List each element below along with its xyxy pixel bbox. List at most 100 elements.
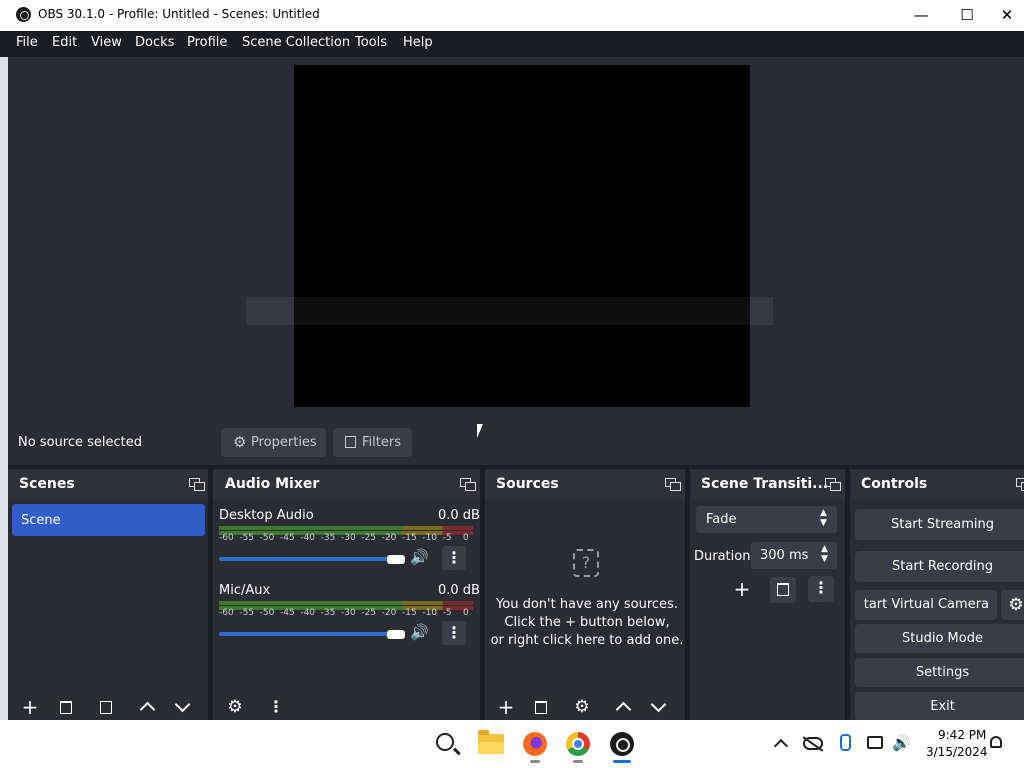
filters-button[interactable]: Filters: [333, 428, 412, 457]
db-scale-tick: 0: [463, 608, 469, 618]
properties-button[interactable]: ⚙ Properties: [221, 428, 326, 457]
clock-time[interactable]: 9:42 PM: [938, 728, 986, 742]
desktop-audio-volume-slider[interactable]: [219, 557, 399, 561]
chrome-icon[interactable]: [566, 732, 590, 756]
scene-list-item[interactable]: Scene: [12, 504, 205, 536]
advanced-audio-gear-icon[interactable]: ⚙: [223, 695, 247, 719]
add-scene-button[interactable]: +: [18, 695, 42, 719]
notification-bell-icon[interactable]: [990, 736, 1002, 748]
transition-menu-icon[interactable]: ⋮: [808, 576, 834, 602]
menu-file[interactable]: File: [16, 35, 38, 50]
db-scale-tick: -5: [442, 608, 452, 618]
clock-date[interactable]: 3/15/2024: [926, 745, 988, 759]
audio-mixer-menu-icon[interactable]: ⋮: [264, 695, 288, 719]
sources-empty-message[interactable]: You don't have any sources. Click the + …: [485, 596, 689, 650]
preview-canvas[interactable]: [294, 65, 750, 407]
duration-spinbox[interactable]: 300 ms ▲ ▼: [751, 542, 837, 569]
undock-icon[interactable]: [460, 478, 476, 491]
speaker-icon[interactable]: 🔊: [410, 623, 429, 641]
speaker-icon[interactable]: 🔊: [410, 548, 429, 566]
scene-transitions-title: Scene Transiti...: [701, 476, 829, 492]
mic-aux-volume-slider[interactable]: [219, 632, 399, 636]
move-scene-down-button[interactable]: [170, 695, 194, 719]
desktop-audio-scale: -60 -55 -50 -45 -40 -35 -30 -25 -20 -15 -10 -5 0: [219, 533, 475, 545]
window-titlebar: OBS 30.1.0 - Profile: Untitled - Scenes:…: [0, 0, 1024, 31]
menu-scene-collection[interactable]: Scene Collection: [242, 35, 350, 50]
scene-item-label: Scene: [21, 513, 61, 528]
left-window-edge: [0, 57, 8, 720]
search-icon[interactable]: [436, 733, 454, 751]
chevron-up-icon: [139, 701, 156, 718]
move-scene-up-button[interactable]: [135, 695, 159, 719]
ghost-dialog-bar: [246, 297, 773, 325]
firefox-icon[interactable]: [523, 732, 547, 756]
source-properties-gear-icon[interactable]: ⚙: [570, 695, 594, 719]
remove-scene-button[interactable]: [54, 695, 78, 719]
sources-dock: Sources ? You don't have any sources. Cl…: [485, 469, 685, 720]
db-scale-tick: -30: [341, 533, 356, 543]
db-scale-tick: -25: [361, 533, 377, 543]
minimize-button[interactable]: —: [898, 0, 944, 31]
running-app-indicator: [530, 760, 540, 763]
desktop-audio-slider-thumb[interactable]: [387, 555, 405, 564]
menu-view[interactable]: View: [91, 35, 122, 50]
window-title: OBS 30.1.0 - Profile: Untitled - Scenes:…: [38, 7, 320, 21]
undock-icon[interactable]: [1016, 478, 1024, 491]
chrome-center: [572, 738, 584, 750]
add-transition-button[interactable]: +: [730, 577, 754, 601]
transition-select[interactable]: Fade ▲ ▼: [696, 506, 837, 533]
active-app-indicator: [613, 760, 631, 763]
sources-empty-line: or right click here to add one.: [490, 633, 684, 648]
mic-aux-label: Mic/Aux: [219, 583, 271, 598]
menu-tools[interactable]: Tools: [355, 35, 387, 50]
desktop-audio-label: Desktop Audio: [219, 508, 314, 523]
close-button[interactable]: ✕: [990, 0, 1024, 31]
db-scale-tick: -45: [280, 533, 295, 543]
file-explorer-icon[interactable]: [478, 730, 504, 754]
network-icon[interactable]: [867, 736, 883, 749]
volume-icon[interactable]: 🔊: [892, 734, 911, 752]
kebab-menu-icon[interactable]: ⋮: [442, 546, 466, 570]
microphone-icon[interactable]: [840, 734, 851, 751]
scene-filters-button[interactable]: [94, 695, 118, 719]
move-source-down-button[interactable]: [646, 695, 670, 719]
obs-logo-icon: [16, 7, 31, 22]
question-mark-icon: ?: [573, 549, 599, 577]
start-virtual-camera-button[interactable]: tart Virtual Camera: [855, 590, 997, 620]
db-scale-tick: -20: [381, 533, 397, 543]
mic-aux-slider-thumb[interactable]: [387, 630, 405, 639]
menu-edit[interactable]: Edit: [52, 35, 77, 50]
exit-button[interactable]: Exit: [855, 692, 1024, 721]
db-scale-tick: -15: [402, 533, 417, 543]
studio-mode-button[interactable]: Studio Mode: [855, 624, 1024, 653]
kebab-menu-icon[interactable]: ⋮: [442, 621, 466, 645]
undock-icon[interactable]: [825, 478, 841, 491]
start-recording-button[interactable]: Start Recording: [855, 551, 1024, 582]
menu-profile[interactable]: Profile: [187, 35, 227, 50]
remove-source-button[interactable]: [529, 695, 553, 719]
add-source-button[interactable]: +: [494, 695, 518, 719]
duration-value: 300 ms: [760, 548, 809, 563]
virtual-camera-settings-gear-icon[interactable]: ⚙: [1001, 590, 1024, 620]
menu-bar: File Edit View Docks Profile Scene Colle…: [0, 31, 1024, 57]
remove-transition-button[interactable]: [770, 577, 796, 603]
mouse-cursor-icon: [477, 424, 483, 438]
db-scale-tick: -45: [280, 608, 295, 618]
obs-logo-ring: [616, 738, 630, 752]
chevron-up-icon: [615, 701, 632, 718]
obs-taskbar-icon[interactable]: [610, 732, 634, 756]
undock-icon[interactable]: [665, 478, 681, 491]
settings-button[interactable]: Settings: [855, 658, 1024, 687]
db-scale-tick: -25: [361, 608, 377, 618]
mic-aux-scale: -60 -55 -50 -45 -40 -35 -30 -25 -20 -15 -10 -5 0: [219, 608, 475, 620]
undock-icon[interactable]: [189, 478, 205, 491]
trash-icon: [535, 701, 547, 714]
running-app-indicator: [573, 760, 583, 763]
start-streaming-button[interactable]: Start Streaming: [855, 509, 1024, 540]
menu-help[interactable]: Help: [403, 35, 433, 50]
scene-transitions-header: Scene Transiti...: [690, 469, 845, 499]
move-source-up-button[interactable]: [611, 695, 635, 719]
maximize-button[interactable]: ☐: [944, 0, 990, 31]
menu-docks[interactable]: Docks: [135, 35, 174, 50]
db-scale-tick: -15: [402, 608, 417, 618]
